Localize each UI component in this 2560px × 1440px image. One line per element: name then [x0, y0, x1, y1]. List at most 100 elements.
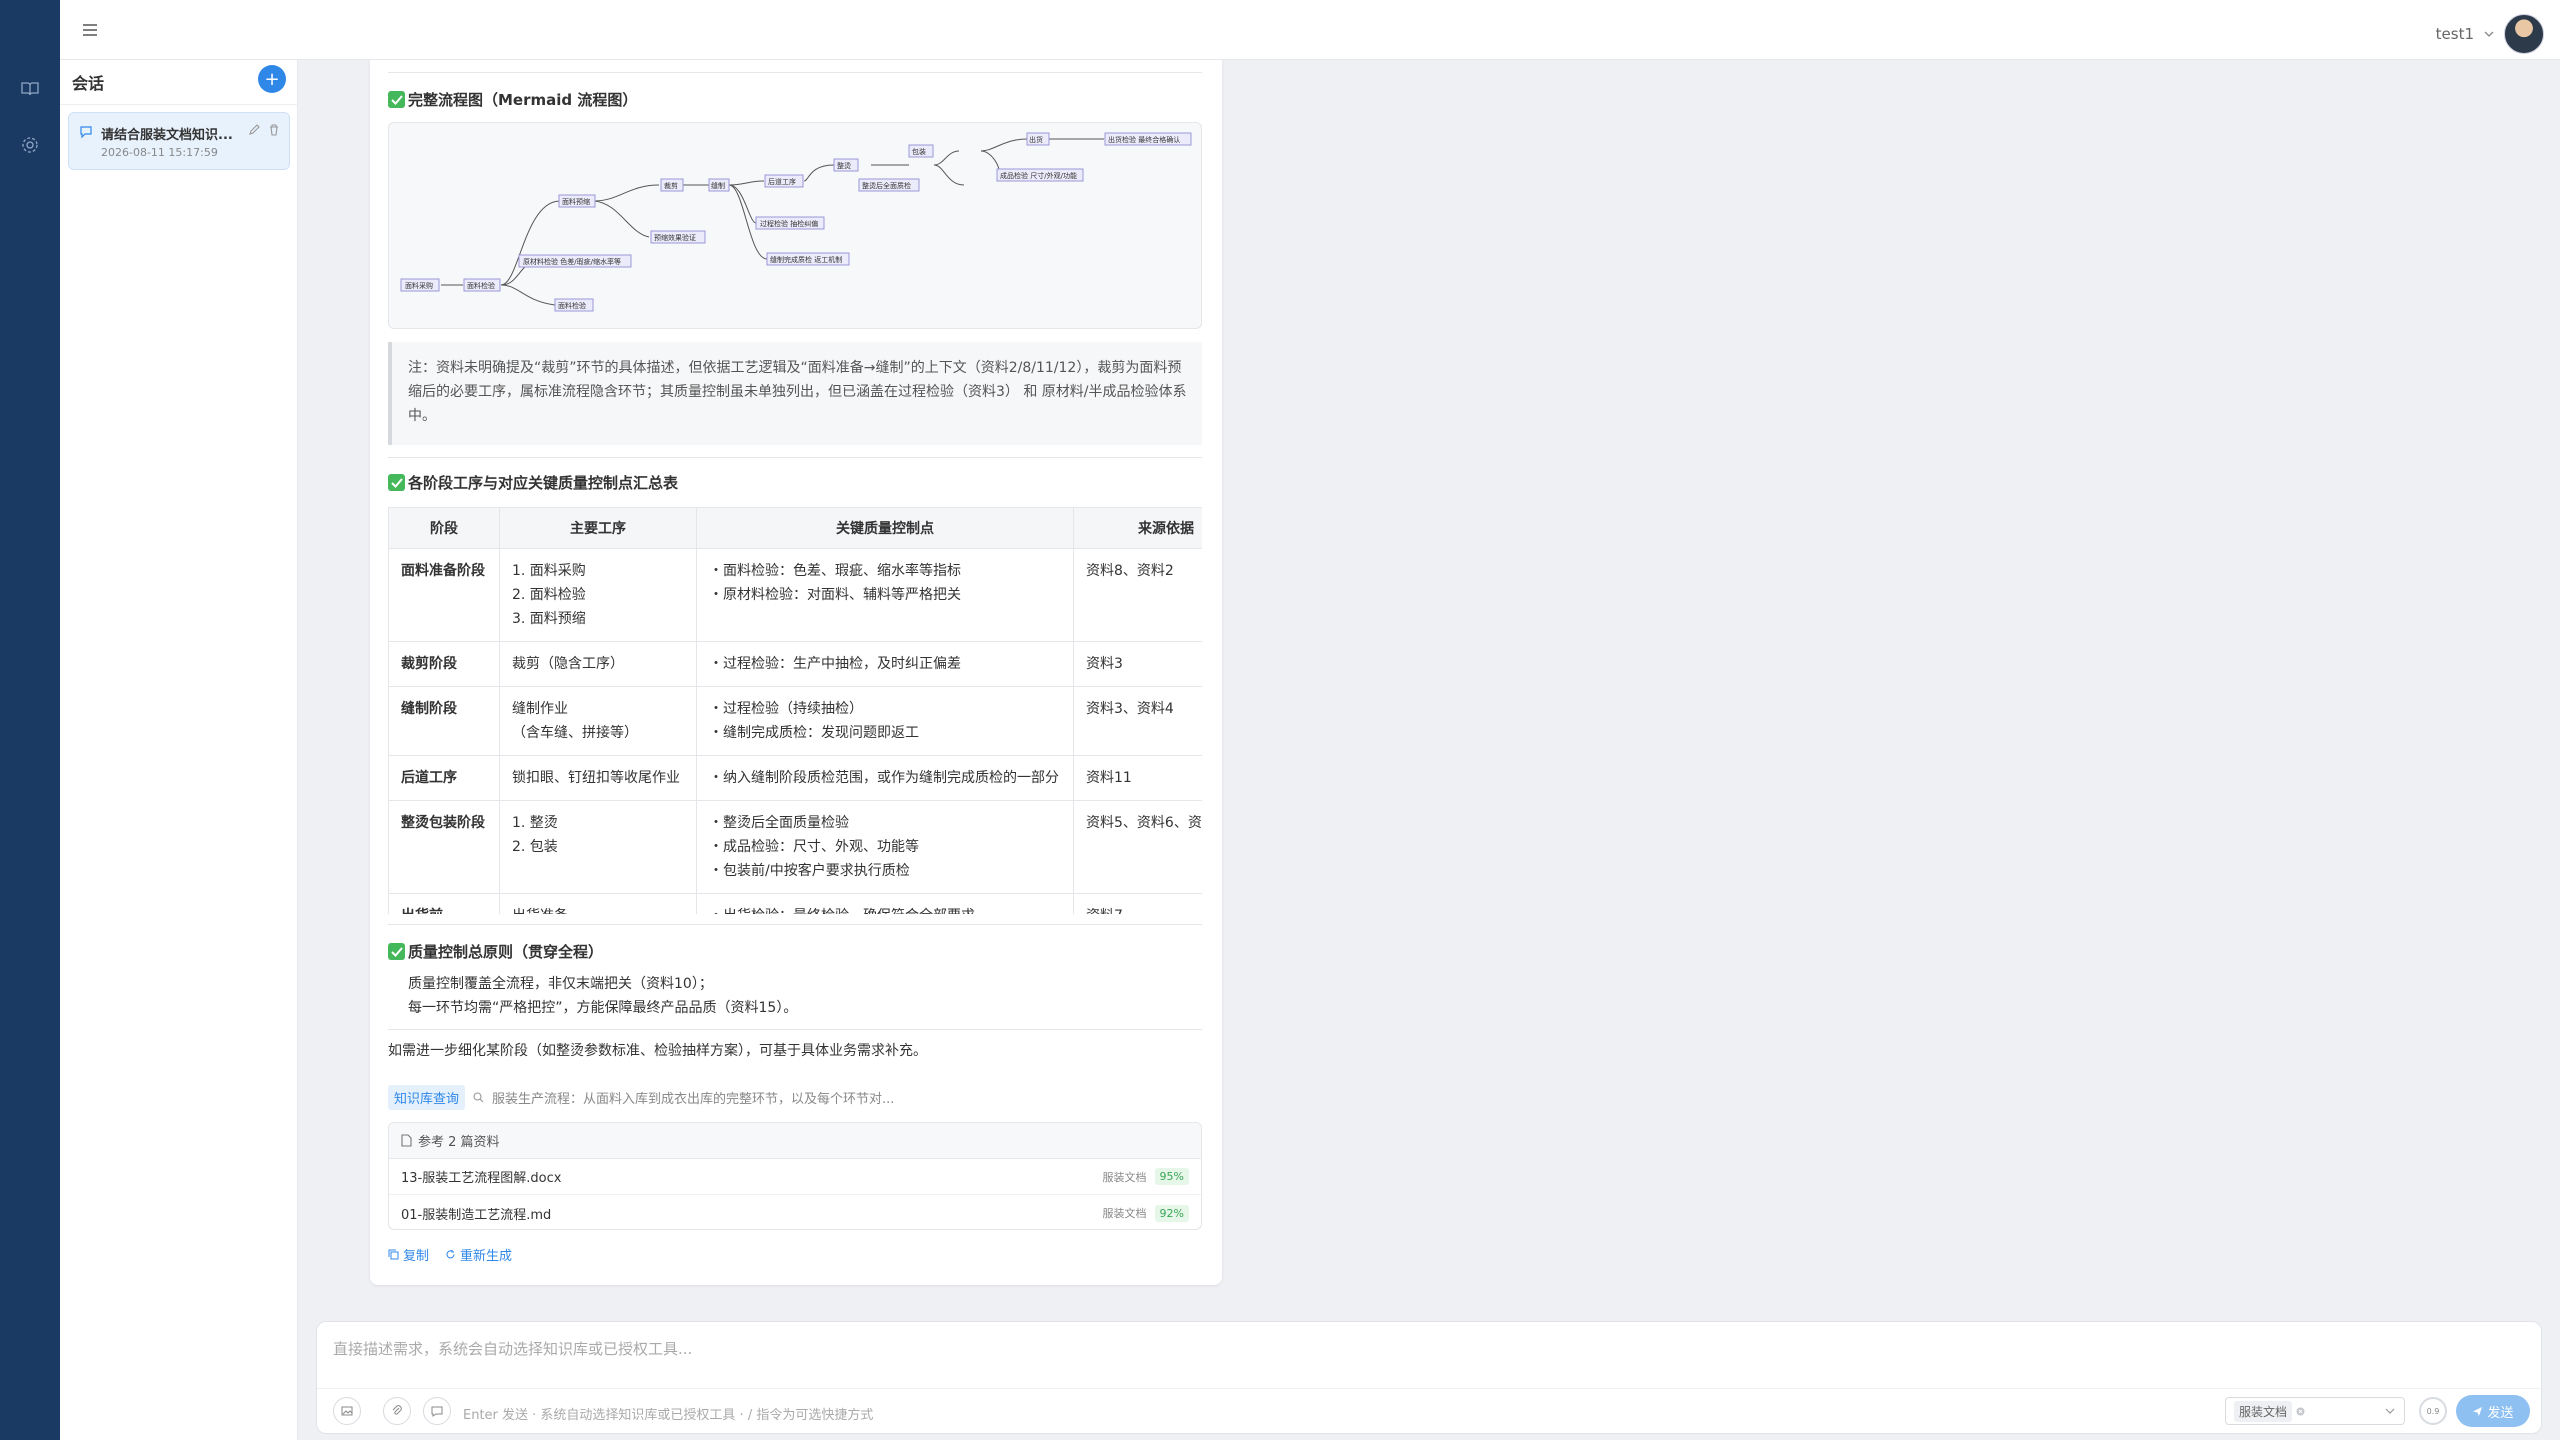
- new-conversation-button[interactable]: +: [258, 65, 286, 93]
- conversation-item[interactable]: 请结合服装文档知识... 2026-08-11 15:17:59: [68, 112, 290, 170]
- paperclip-icon: [392, 1405, 402, 1415]
- image-upload-button[interactable]: [333, 1397, 361, 1425]
- flow-node: 出货检验 最终合格确认: [1108, 135, 1180, 144]
- table-row: 缝制阶段 缝制作业 （含车缝、拼接等） ・过程检验（持续抽检） ・缝制完成质检：发现…: [388, 686, 1202, 756]
- delete-icon[interactable]: [267, 123, 281, 137]
- divider: [388, 457, 1202, 458]
- column-header: 关键质量控制点: [696, 507, 1074, 549]
- cell-line: ・原材料检验：对面料、辅料等严格把关: [709, 587, 961, 603]
- cell-line: 出货准备: [512, 904, 684, 914]
- knowledge-query-tag: 知识库查询: [388, 1085, 466, 1110]
- temperature-indicator[interactable]: 0.9: [2419, 1397, 2447, 1425]
- flow-node: 裁剪: [664, 181, 678, 190]
- process-cell: 1. 整烫 2. 包装: [499, 800, 697, 894]
- send-button[interactable]: 发送: [2456, 1395, 2530, 1427]
- copy-button[interactable]: 复制: [388, 1245, 429, 1264]
- qc-cell: ・面料检验：色差、瑕疵、缩水率等指标 ・原材料检验：对面料、辅料等严格把关: [696, 548, 1074, 642]
- flow-node: 预缩效果验证: [654, 233, 696, 242]
- references-header[interactable]: 参考 2 篇资料: [389, 1123, 1201, 1159]
- composer-divider: [317, 1388, 2541, 1389]
- conversation-sidebar: 会话 + 请结合服装文档知识... 2026-08-11 15:17:59: [60, 60, 298, 1440]
- process-cell: 裁剪（隐含工序）: [499, 641, 697, 687]
- reference-item[interactable]: 01-服装制造工艺流程.md 服装文档 92%: [389, 1195, 1201, 1229]
- cell-line: 锁扣眼、钉纽扣等收尾作业: [512, 770, 680, 786]
- source-cell: 资料8、资料2: [1073, 548, 1202, 642]
- cell-line: 3. 面料预缩: [512, 611, 586, 627]
- book-icon[interactable]: [20, 79, 40, 99]
- flow-node: 面料采购: [405, 281, 433, 290]
- flow-node: 面料检验: [558, 301, 586, 310]
- flow-node: 整烫: [837, 161, 851, 170]
- flowchart-heading: 完整流程图（Mermaid 流程图）: [388, 89, 1202, 110]
- source-cell: 资料3: [1073, 641, 1202, 687]
- settings-gear-icon[interactable]: [20, 135, 40, 155]
- regenerate-button[interactable]: 重新生成: [445, 1245, 512, 1264]
- copy-label: 复制: [403, 1249, 430, 1264]
- chat-area: 完整流程图（Mermaid 流程图） 面料采购 面料检验 面料预缩 原材料检验 …: [298, 60, 2560, 1318]
- flow-node: 包装: [912, 147, 926, 156]
- references-title: 参考 2 篇资料: [418, 1135, 500, 1150]
- principle-line: 质量控制覆盖全流程，非仅末端把关（资料10）；: [408, 976, 713, 992]
- principle-heading: 质量控制总原则（贯穿全程）: [388, 941, 1202, 962]
- send-label: 发送: [2487, 1405, 2514, 1421]
- cell-line: ・包装前/中按客户要求执行质检: [709, 863, 910, 879]
- reference-name: 01-服装制造工艺流程.md: [401, 1207, 552, 1223]
- sidebar-divider: [60, 104, 298, 105]
- flow-node: 缝制完成质检 返工机制: [770, 255, 842, 264]
- reference-item[interactable]: 13-服装工艺流程图解.docx 服装文档 95%: [389, 1159, 1201, 1195]
- flow-node: 面料检验: [467, 281, 495, 290]
- flow-node: 原材料检验 色差/瑕疵/缩水率等: [523, 257, 621, 266]
- conversation-title: 请结合服装文档知识...: [101, 128, 233, 143]
- cell-line: ・过程检验：生产中抽检，及时纠正偏差: [709, 656, 961, 672]
- flow-node: 出货: [1029, 135, 1043, 144]
- cell-line: 1. 整烫: [512, 815, 558, 831]
- refresh-icon: [446, 1250, 455, 1259]
- table-wrapper[interactable]: 阶段 主要工序 关键质量控制点 来源依据 面料准备阶段 1. 面料采购 2. 面料…: [388, 507, 1202, 914]
- stage-cell: 整烫包装阶段: [388, 800, 500, 894]
- composer-hint: Enter 发送 · 系统自动选择知识库或已授权工具 · / 指令为可选快捷方式: [463, 1408, 874, 1423]
- assistant-message-card: 完整流程图（Mermaid 流程图） 面料采购 面料检验 面料预缩 原材料检验 …: [370, 60, 1222, 1285]
- table-row: 裁剪阶段 裁剪（隐含工序） ・过程检验：生产中抽检，及时纠正偏差 资料3: [388, 641, 1202, 687]
- remove-tag-icon[interactable]: [2296, 1407, 2305, 1416]
- note-blockquote: 注：资料未明确提及“裁剪”环节的具体描述，但依据工艺逻辑及“面料准备→缝制”的上…: [388, 342, 1202, 445]
- image-icon: [341, 1406, 353, 1416]
- edit-icon[interactable]: [247, 123, 261, 137]
- reference-score: 92%: [1154, 1204, 1189, 1222]
- chevron-down-icon: [2484, 31, 2494, 37]
- column-header: 主要工序: [499, 507, 697, 549]
- message-composer: 直接描述需求，系统会自动选择知识库或已授权工具... Enter 发送 · 系统…: [316, 1321, 2542, 1434]
- reference-source: 服装文档: [1102, 1170, 1147, 1184]
- qc-cell: ・过程检验（持续抽检） ・缝制完成质检：发现问题即返工: [696, 686, 1074, 756]
- copy-icon: [388, 1249, 399, 1260]
- process-cell: 锁扣眼、钉纽扣等收尾作业: [499, 755, 697, 801]
- stage-cell: 缝制阶段: [388, 686, 500, 756]
- reference-score: 95%: [1154, 1168, 1189, 1185]
- user-menu[interactable]: test1: [2436, 14, 2544, 54]
- user-avatar[interactable]: [2504, 14, 2544, 54]
- user-name[interactable]: test1: [2436, 25, 2474, 43]
- cell-line: ・成品检验：尺寸、外观、功能等: [709, 839, 919, 855]
- check-mark-icon: [388, 943, 405, 960]
- quick-command-button[interactable]: [423, 1397, 451, 1425]
- hamburger-menu-icon[interactable]: [80, 20, 100, 40]
- stage-cell: 出货前: [388, 893, 500, 914]
- check-mark-icon: [388, 474, 405, 491]
- qc-cell: ・整烫后全面质量检验 ・成品检验：尺寸、外观、功能等 ・包装前/中按客户要求执行质检: [696, 800, 1074, 894]
- knowledge-query-text: 服装生产流程：从面料入库到成衣出库的完整环节，以及每个环节对...: [492, 1092, 895, 1107]
- qc-summary-table: 阶段 主要工序 关键质量控制点 来源依据 面料准备阶段 1. 面料采购 2. 面料…: [388, 507, 1202, 914]
- cell-line: ・纳入缝制阶段质检范围，或作为缝制完成质检的一部分: [709, 770, 1059, 786]
- table-heading: 各阶段工序与对应关键质量控制点汇总表: [388, 472, 1202, 493]
- qc-cell: ・纳入缝制阶段质检范围，或作为缝制完成质检的一部分: [696, 755, 1074, 801]
- flow-node: 成品检验 尺寸/外观/功能: [1000, 171, 1077, 180]
- check-mark-icon: [388, 91, 405, 108]
- cell-line: 2. 包装: [512, 839, 558, 855]
- table-row: 后道工序 锁扣眼、钉纽扣等收尾作业 ・纳入缝制阶段质检范围，或作为缝制完成质检的…: [388, 755, 1202, 801]
- message-input[interactable]: 直接描述需求，系统会自动选择知识库或已授权工具...: [333, 1338, 1833, 1359]
- stage-cell: 面料准备阶段: [388, 548, 500, 642]
- knowledge-base-select[interactable]: 服装文档: [2225, 1397, 2405, 1425]
- flow-node: 整烫后全面质检: [862, 181, 911, 190]
- cell-line: 1. 面料采购: [512, 563, 586, 579]
- stage-cell: 后道工序: [388, 755, 500, 801]
- message-actions: 复制 重新生成: [388, 1245, 1202, 1264]
- attach-button[interactable]: [383, 1397, 411, 1425]
